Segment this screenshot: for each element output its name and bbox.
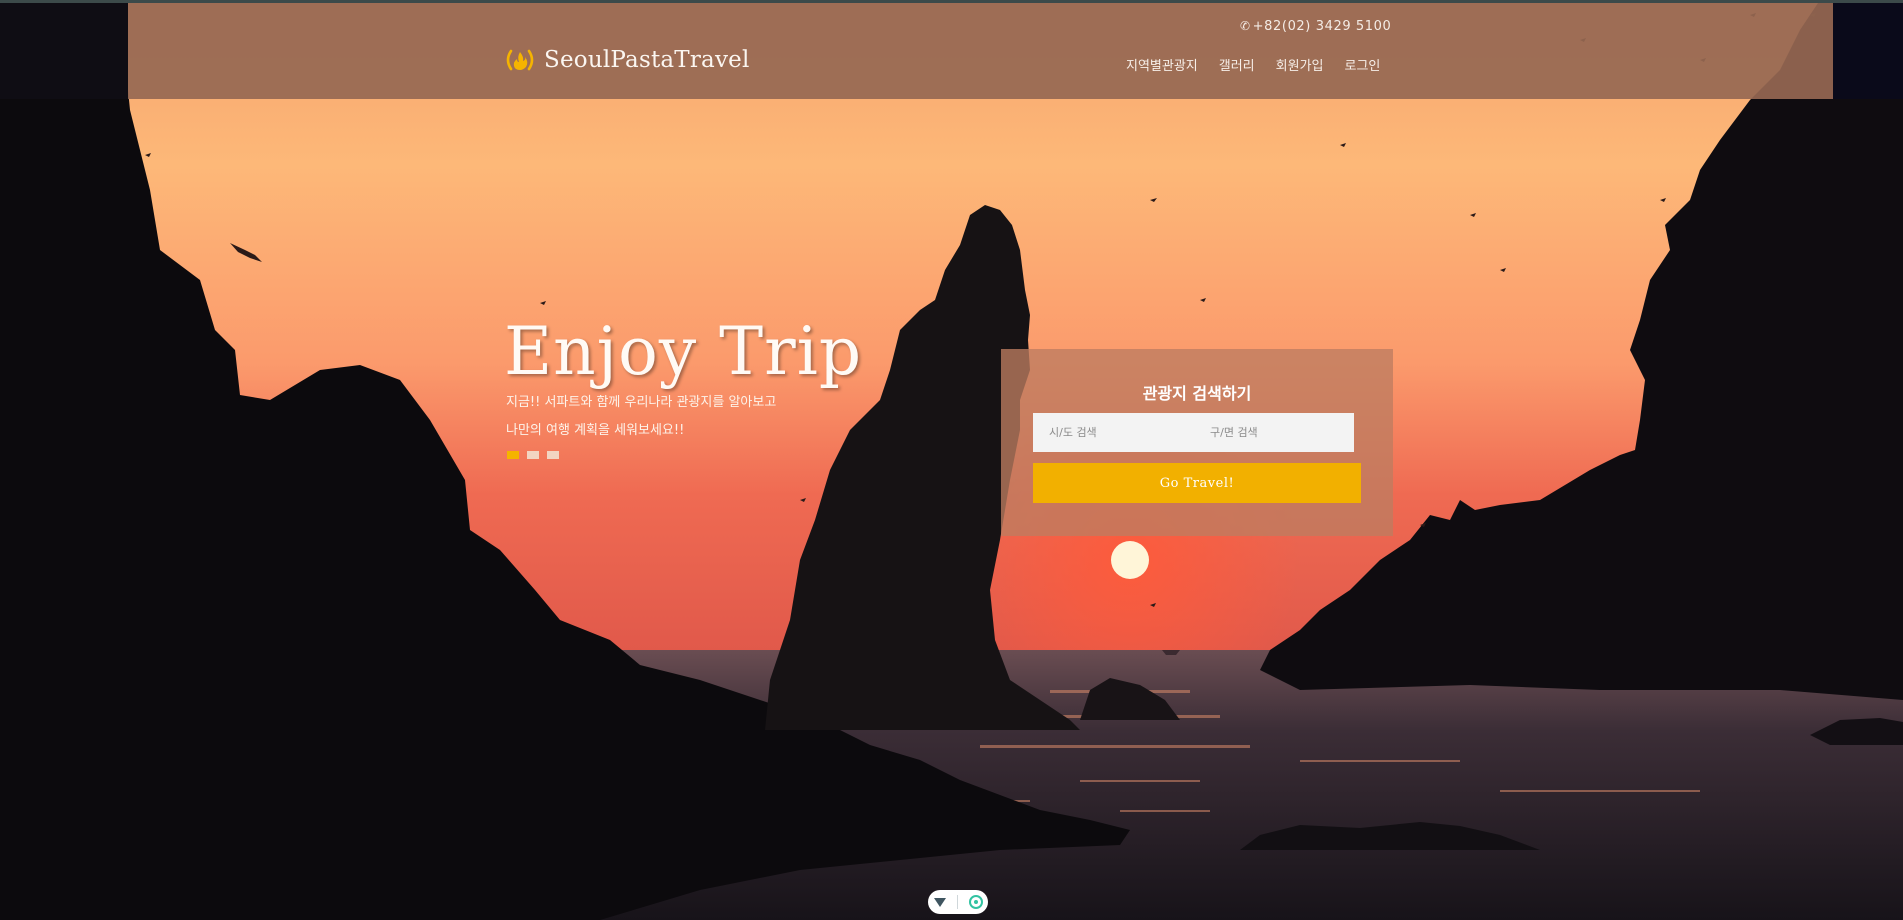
district-search-input[interactable] — [1194, 413, 1355, 452]
nav-login[interactable]: 로그인 — [1345, 55, 1381, 74]
brand-name: SeoulPastaTravel — [544, 47, 750, 73]
hero-subtitle-line1: 지금!! 서파트와 함께 우리나라 관광지를 알아보고 — [506, 395, 777, 410]
nav-signup[interactable]: 회원가입 — [1276, 55, 1324, 74]
down-arrow-icon[interactable] — [933, 897, 946, 907]
hero-background-image — [0, 0, 1903, 920]
search-title: 관광지 검색하기 — [1142, 384, 1252, 403]
header-edge-right — [1833, 3, 1903, 99]
brand-logo[interactable]: SeoulPastaTravel — [504, 47, 750, 73]
slide-indicators — [507, 451, 559, 459]
nav-regional-attractions[interactable]: 지역별관광지 — [1126, 55, 1198, 74]
contact-phone: ✆ +82(02) 3429 5100 — [1240, 19, 1391, 34]
page: ✆ +82(02) 3429 5100 SeoulPastaTravel 지역별관… — [0, 0, 1903, 920]
go-travel-button[interactable]: Go Travel! — [1033, 463, 1361, 503]
city-search-input[interactable] — [1033, 413, 1194, 452]
nav-gallery[interactable]: 갤러리 — [1219, 55, 1255, 74]
flame-logo-icon — [504, 48, 536, 72]
phone-number: +82(02) 3429 5100 — [1252, 19, 1392, 34]
hero-title: Enjoy Trip — [504, 313, 863, 390]
header-edge-left — [0, 3, 128, 99]
window-top-border — [0, 0, 1903, 3]
search-input-group — [1033, 413, 1355, 452]
main-nav: 지역별관광지 갤러리 회원가입 로그인 — [1126, 55, 1380, 74]
slide-dot-3[interactable] — [547, 451, 559, 459]
slide-dot-1[interactable] — [507, 451, 519, 459]
slide-dot-2[interactable] — [527, 451, 539, 459]
phone-icon: ✆ — [1240, 19, 1251, 33]
bottom-floating-widget[interactable] — [928, 890, 988, 914]
site-header: ✆ +82(02) 3429 5100 SeoulPastaTravel 지역별관… — [0, 3, 1903, 99]
widget-divider — [956, 895, 958, 909]
target-icon[interactable] — [968, 895, 983, 909]
hero-subtitle-line2: 나만의 여행 계획을 세워보세요!! — [506, 423, 685, 438]
search-panel: 관광지 검색하기 Go Travel! — [1001, 349, 1393, 536]
